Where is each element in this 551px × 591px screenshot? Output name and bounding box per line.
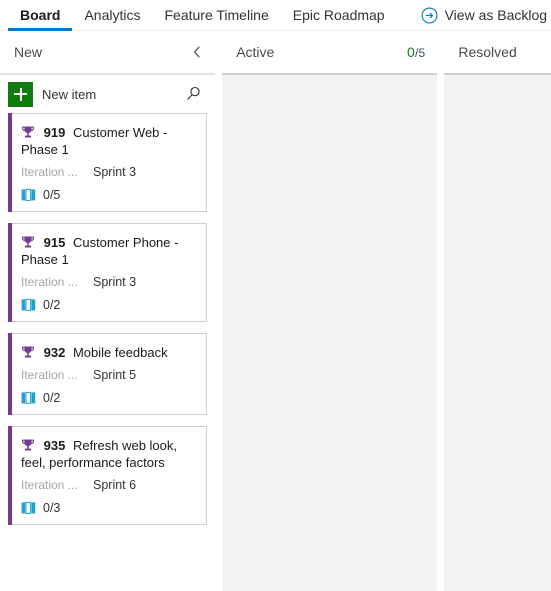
card-field-label: Iteration ... (21, 478, 78, 492)
board-column-active: Active 0/5 (222, 31, 438, 591)
circle-arrow-right-icon (421, 7, 438, 23)
card-field-iteration: Iteration ... Sprint 6 (21, 478, 196, 492)
wip-current: 0 (406, 44, 415, 60)
card-rollup: 0/3 (21, 501, 196, 515)
card-field-iteration: Iteration ... Sprint 3 (21, 275, 196, 289)
card-title-row: 915 Customer Phone - Phase 1 (21, 234, 196, 268)
column-gap (215, 31, 223, 591)
child-items-icon (21, 391, 36, 404)
card-title-row: 935 Refresh web look, feel, performance … (21, 437, 196, 471)
card-field-iteration: Iteration ... Sprint 5 (21, 368, 196, 382)
column-body-resolved[interactable] (444, 73, 551, 591)
card-rollup: 0/2 (21, 298, 196, 312)
new-item-button[interactable]: New item (8, 81, 107, 107)
card-title: Customer Web - Phase 1 (21, 125, 168, 157)
tab-analytics[interactable]: Analytics (72, 0, 152, 31)
column-header-active: Active 0/5 (222, 31, 438, 73)
card-field-label: Iteration ... (21, 165, 78, 179)
kanban-board: New New item 919 Customer Web - Phase 1 … (0, 31, 551, 591)
card-id: 915 (43, 235, 66, 250)
card-title-row: 932 Mobile feedback (21, 344, 196, 361)
card-915[interactable]: 915 Customer Phone - Phase 1 Iteration .… (8, 223, 208, 322)
wip-counter: 0/5 (407, 44, 425, 60)
child-items-icon (21, 188, 36, 201)
column-gap (437, 31, 445, 591)
card-field-label: Iteration ... (21, 368, 78, 382)
trophy-icon (22, 236, 34, 248)
card-rollup-text: 0/3 (43, 501, 61, 515)
card-919[interactable]: 919 Customer Web - Phase 1 Iteration ...… (8, 113, 208, 212)
tab-feature-timeline-label: Feature Timeline (164, 7, 269, 23)
tab-analytics-label: Analytics (84, 7, 141, 23)
card-id: 919 (43, 125, 66, 140)
column-header-new: New (0, 31, 216, 73)
card-rollup-text: 0/2 (43, 298, 61, 312)
trophy-icon (22, 439, 34, 451)
card-rollup: 0/2 (21, 391, 196, 405)
child-items-icon (21, 501, 36, 514)
card-id: 935 (43, 438, 66, 453)
column-title-active: Active (236, 44, 275, 60)
tab-board[interactable]: Board (8, 0, 73, 31)
card-932[interactable]: 932 Mobile feedback Iteration ... Sprint… (8, 333, 208, 415)
board-column-resolved: Resolved (444, 31, 551, 591)
tab-board-label: Board (20, 7, 61, 23)
card-field-value[interactable]: Sprint 3 (93, 275, 136, 289)
card-list: 919 Customer Web - Phase 1 Iteration ...… (0, 113, 215, 525)
view-as-backlog-button[interactable]: View as Backlog (421, 7, 551, 24)
board-column-new: New New item 919 Customer Web - Phase 1 … (0, 31, 216, 591)
card-field-iteration: Iteration ... Sprint 3 (21, 165, 196, 179)
card-rollup-text: 0/5 (43, 188, 61, 202)
tab-feature-timeline[interactable]: Feature Timeline (152, 0, 280, 31)
card-title: Mobile feedback (72, 345, 168, 360)
trophy-icon (22, 126, 34, 138)
column-header-resolved: Resolved (444, 31, 551, 73)
card-field-value[interactable]: Sprint 5 (93, 368, 136, 382)
tab-epic-roadmap-label: Epic Roadmap (292, 7, 385, 23)
column-title-new: New (14, 44, 43, 60)
wip-limit: 5 (418, 46, 426, 60)
card-field-label: Iteration ... (21, 275, 78, 289)
child-items-icon (21, 298, 36, 311)
column-body-active[interactable] (222, 73, 438, 591)
card-rollup-text: 0/2 (43, 391, 61, 405)
top-navigation-bar: Board Analytics Feature Timeline Epic Ro… (0, 0, 551, 31)
new-item-toolbar: New item (0, 75, 215, 113)
card-field-value[interactable]: Sprint 3 (93, 165, 136, 179)
card-935[interactable]: 935 Refresh web look, feel, performance … (8, 426, 208, 525)
column-title-resolved: Resolved (458, 44, 517, 60)
trophy-icon (22, 346, 34, 358)
card-title-row: 919 Customer Web - Phase 1 (21, 124, 196, 158)
view-as-backlog-label: View as Backlog (444, 7, 548, 23)
plus-icon (8, 81, 33, 107)
new-item-label: New item (42, 86, 97, 102)
card-field-value[interactable]: Sprint 6 (93, 478, 136, 492)
tab-epic-roadmap[interactable]: Epic Roadmap (281, 0, 397, 31)
card-rollup: 0/5 (21, 188, 196, 202)
card-id: 932 (43, 345, 66, 360)
column-body-new: New item 919 Customer Web - Phase 1 Iter… (0, 73, 216, 591)
chevron-left-icon[interactable] (191, 45, 203, 59)
search-icon[interactable] (186, 86, 201, 101)
